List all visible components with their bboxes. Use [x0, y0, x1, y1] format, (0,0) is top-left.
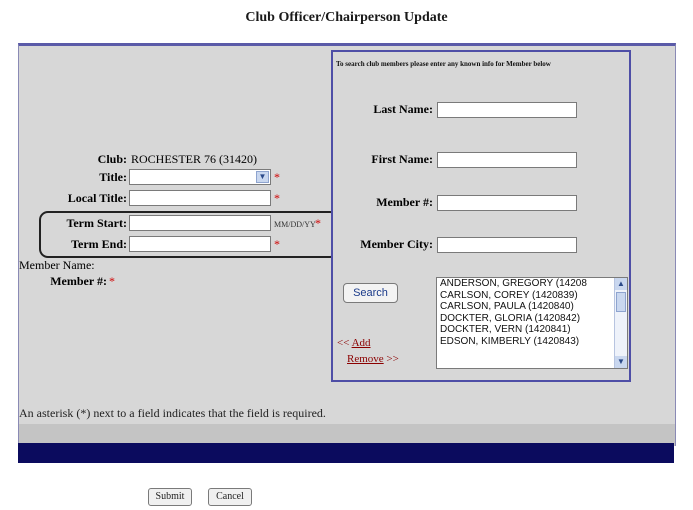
list-item[interactable]: CARLSON, PAULA (1420840) [437, 301, 627, 313]
member-search-panel: To search club members please enter any … [331, 50, 631, 382]
form-frame: Club: ROCHESTER 76 (31420) Title: ▼ * Lo… [18, 43, 676, 446]
navy-divider [18, 443, 674, 463]
club-label: Club: [97, 152, 127, 166]
term-start-label: Term Start: [66, 216, 127, 230]
search-button[interactable]: Search [343, 283, 398, 303]
page-title: Club Officer/Chairperson Update [245, 10, 448, 25]
term-end-required-mark: * [274, 237, 280, 251]
first-name-input[interactable] [437, 152, 577, 168]
remove-link[interactable]: Remove >> [347, 353, 399, 365]
first-name-label: First Name: [371, 152, 433, 166]
local-title-label: Local Title: [67, 191, 127, 205]
local-title-required-mark: * [274, 191, 280, 205]
club-value: ROCHESTER 76 (31420) [131, 152, 257, 166]
scroll-thumb[interactable] [616, 292, 626, 312]
cancel-button[interactable]: Cancel [208, 488, 252, 506]
member-city-input[interactable] [437, 237, 577, 253]
required-field-note: An asterisk (*) next to a field indicate… [19, 406, 326, 420]
scroll-down-icon[interactable]: ▼ [615, 356, 627, 368]
list-item[interactable]: DOCKTER, GLORIA (1420842) [437, 313, 627, 325]
member-number-required-mark: * [109, 274, 115, 288]
remove-link-label[interactable]: Remove [347, 353, 384, 365]
list-item[interactable]: ANDERSON, GREGORY (14208 [437, 278, 627, 290]
add-link[interactable]: << Add [337, 337, 371, 349]
search-results-list[interactable]: ANDERSON, GREGORY (14208 CARLSON, COREY … [436, 277, 628, 369]
term-start-input[interactable] [129, 215, 271, 231]
chevron-down-icon: ▼ [256, 171, 269, 183]
term-end-input[interactable] [129, 236, 271, 252]
term-start-required-mark: * [315, 216, 321, 230]
submit-button[interactable]: Submit [148, 488, 192, 506]
member-number-input[interactable] [437, 195, 577, 211]
add-prefix: << [337, 337, 350, 349]
list-item[interactable]: DOCKTER, VERN (1420841) [437, 324, 627, 336]
member-city-label: Member City: [360, 237, 433, 251]
scroll-up-icon[interactable]: ▲ [615, 278, 627, 290]
add-link-label[interactable]: Add [352, 337, 371, 349]
search-member-number-label: Member #: [376, 195, 433, 209]
list-item[interactable]: CARLSON, COREY (1420839) [437, 290, 627, 302]
member-number-label: Member #: [50, 274, 107, 288]
list-scrollbar[interactable]: ▲ ▼ [614, 278, 627, 368]
remove-suffix: >> [386, 353, 399, 365]
title-required-mark: * [274, 170, 280, 184]
list-item[interactable]: EDSON, KIMBERLY (1420843) [437, 336, 627, 348]
term-start-format-hint: MM/DD/YY [274, 220, 316, 229]
last-name-input[interactable] [437, 102, 577, 118]
local-title-input[interactable] [129, 190, 271, 206]
term-end-label: Term End: [71, 237, 127, 251]
title-select[interactable]: ▼ [129, 169, 271, 185]
last-name-label: Last Name: [373, 102, 433, 116]
title-label: Title: [99, 170, 127, 184]
member-name-label: Member Name: [19, 258, 95, 272]
search-instruction: To search club members please enter any … [336, 60, 551, 68]
